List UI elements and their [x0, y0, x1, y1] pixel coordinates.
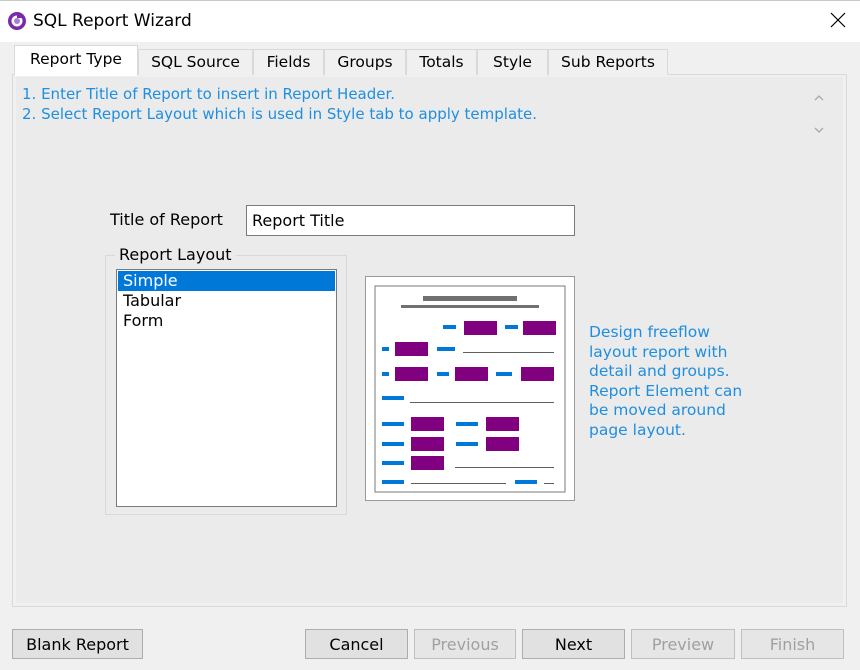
- tab-sql-source[interactable]: SQL Source: [138, 49, 253, 75]
- tab-style[interactable]: Style: [477, 49, 548, 75]
- list-item-simple[interactable]: Simple: [118, 271, 335, 291]
- tab-groups[interactable]: Groups: [324, 49, 406, 75]
- layout-preview-image: [365, 276, 575, 501]
- app-logo-icon: [7, 11, 27, 31]
- description-line: layout report with: [589, 342, 728, 361]
- description-line: Report Element can: [589, 381, 743, 400]
- next-button[interactable]: Next: [522, 629, 625, 659]
- report-title-input[interactable]: [246, 205, 575, 236]
- instructions-text: 1. Enter Title of Report to insert in Re…: [22, 84, 812, 124]
- title-bar: SQL Report Wizard: [0, 0, 860, 42]
- window-title: SQL Report Wizard: [33, 11, 192, 31]
- scroll-down-icon[interactable]: [813, 122, 825, 134]
- cancel-button[interactable]: Cancel: [305, 629, 408, 659]
- tab-report-type[interactable]: Report Type: [14, 45, 138, 76]
- close-button[interactable]: [816, 1, 860, 43]
- tab-sub-reports[interactable]: Sub Reports: [548, 49, 668, 75]
- layout-description: Design freeflow layout report with detai…: [589, 323, 779, 440]
- finish-button[interactable]: Finish: [741, 629, 844, 659]
- scroll-up-icon[interactable]: [813, 90, 825, 102]
- blank-report-button[interactable]: Blank Report: [12, 629, 143, 659]
- previous-button[interactable]: Previous: [414, 629, 516, 659]
- description-line: Design freeflow: [589, 323, 710, 341]
- report-layout-list[interactable]: Simple Tabular Form: [116, 269, 337, 507]
- list-item-tabular[interactable]: Tabular: [118, 291, 335, 311]
- title-of-report-label: Title of Report: [110, 210, 223, 229]
- tab-fields[interactable]: Fields: [253, 49, 324, 75]
- close-icon: [830, 12, 846, 32]
- preview-button[interactable]: Preview: [631, 629, 735, 659]
- instruction-line-2: 2. Select Report Layout which is used in…: [22, 105, 538, 123]
- description-line: detail and groups.: [589, 362, 730, 380]
- description-line: be moved around: [589, 401, 726, 419]
- instructions-scrollbar[interactable]: [807, 82, 831, 140]
- instruction-line-1: 1. Enter Title of Report to insert in Re…: [22, 85, 396, 103]
- description-line: page layout.: [589, 420, 686, 439]
- tab-totals[interactable]: Totals: [406, 49, 477, 75]
- list-item-form[interactable]: Form: [118, 311, 335, 331]
- report-layout-label: Report Layout: [115, 245, 236, 264]
